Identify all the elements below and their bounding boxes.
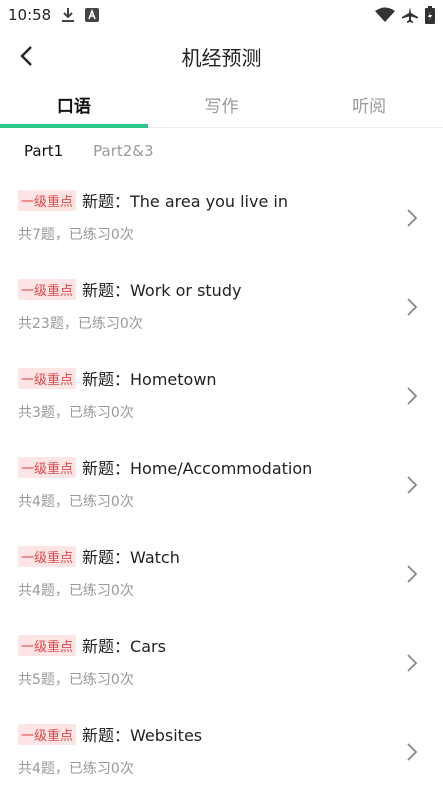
battery-icon <box>425 6 435 24</box>
tab-bar: 口语 写作 听阅 <box>0 82 443 128</box>
list-item[interactable]: 一级重点 新题：Cars 共5题，已练习0次 <box>0 621 443 710</box>
item-title: 新题：Watch <box>82 548 180 567</box>
chevron-right-icon <box>407 476 418 494</box>
tab-listening-reading[interactable]: 听阅 <box>295 82 443 127</box>
chevron-right-icon <box>407 298 418 316</box>
chevron-right-icon <box>407 743 418 761</box>
priority-tag: 一级重点 <box>18 634 77 656</box>
airplane-mode-icon <box>402 7 418 23</box>
topic-list: 一级重点 新题：The area you live in 共7题，已练习0次 一… <box>0 176 443 789</box>
list-item[interactable]: 一级重点 新题：The area you live in 共7题，已练习0次 <box>0 176 443 265</box>
status-time: 10:58 <box>8 6 52 24</box>
list-item[interactable]: 一级重点 新题：Websites 共4题，已练习0次 <box>0 710 443 789</box>
item-title: 新题：Home/Accommodation <box>82 459 313 478</box>
item-subtitle: 共7题，已练习0次 <box>18 227 134 243</box>
item-title: 新题：The area you live in <box>82 192 288 211</box>
chevron-right-icon <box>407 654 418 672</box>
subtab-part1[interactable]: Part1 <box>24 142 63 160</box>
priority-tag: 一级重点 <box>18 189 77 211</box>
download-icon <box>62 8 75 22</box>
item-title: 新题：Work or study <box>82 281 242 300</box>
app-notification-icon <box>85 8 100 22</box>
chevron-right-icon <box>407 387 418 405</box>
priority-tag: 一级重点 <box>18 456 77 478</box>
chevron-right-icon <box>407 565 418 583</box>
item-title: 新题：Cars <box>82 637 166 656</box>
item-subtitle: 共4题，已练习0次 <box>18 583 134 599</box>
tab-writing[interactable]: 写作 <box>148 82 296 127</box>
list-item[interactable]: 一级重点 新题：Home/Accommodation 共4题，已练习0次 <box>0 443 443 532</box>
subtab-part2-3[interactable]: Part2&3 <box>93 142 153 160</box>
chevron-right-icon <box>407 209 418 227</box>
item-subtitle: 共4题，已练习0次 <box>18 494 134 510</box>
priority-tag: 一级重点 <box>18 545 77 567</box>
item-subtitle: 共3题，已练习0次 <box>18 405 134 421</box>
list-item[interactable]: 一级重点 新题：Work or study 共23题，已练习0次 <box>0 265 443 354</box>
status-bar: 10:58 <box>0 0 443 30</box>
nav-bar: 机经预测 <box>0 30 443 82</box>
list-item[interactable]: 一级重点 新题：Watch 共4题，已练习0次 <box>0 532 443 621</box>
item-subtitle: 共5题，已练习0次 <box>18 672 134 688</box>
priority-tag: 一级重点 <box>18 278 77 300</box>
priority-tag: 一级重点 <box>18 367 77 389</box>
item-title: 新题：Hometown <box>82 370 217 389</box>
status-right-icons <box>375 6 435 24</box>
subtab-bar: Part1 Part2&3 <box>24 142 154 160</box>
priority-tag: 一级重点 <box>18 723 77 745</box>
wifi-icon <box>375 7 395 22</box>
page-title: 机经预测 <box>181 46 262 70</box>
status-left-icons <box>61 7 100 23</box>
item-subtitle: 共4题，已练习0次 <box>18 761 134 777</box>
tab-speaking[interactable]: 口语 <box>0 82 148 128</box>
list-item[interactable]: 一级重点 新题：Hometown 共3题，已练习0次 <box>0 354 443 443</box>
item-title: 新题：Websites <box>82 726 203 745</box>
item-subtitle: 共23题，已练习0次 <box>18 316 143 332</box>
